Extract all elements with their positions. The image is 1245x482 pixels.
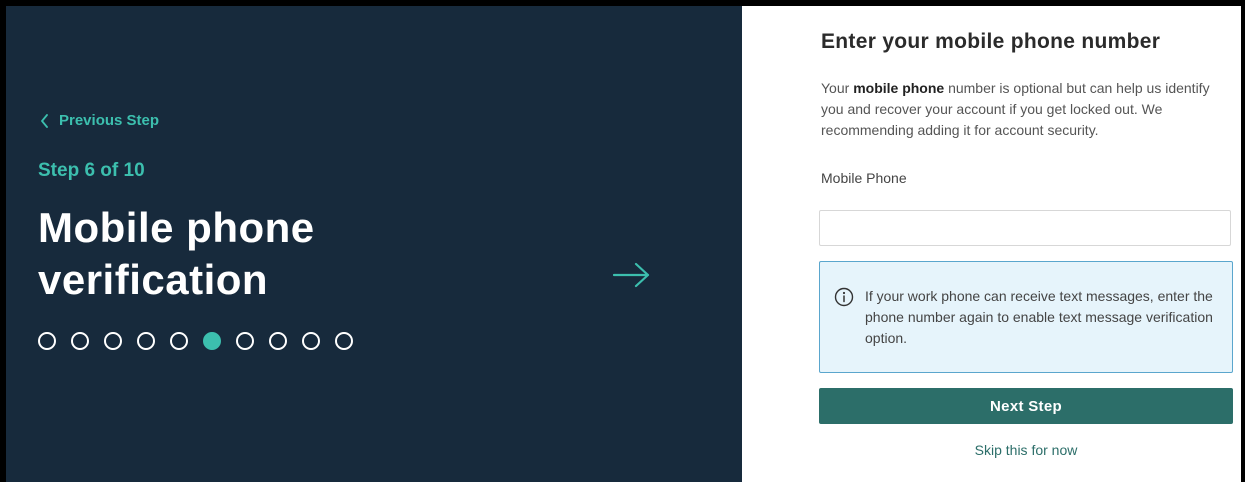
description-prefix: Your — [821, 80, 854, 96]
mobile-phone-label: Mobile Phone — [821, 170, 907, 186]
progress-dot — [302, 332, 320, 350]
progress-dot — [335, 332, 353, 350]
progress-dot-current — [203, 332, 221, 350]
left-panel: Previous Step Step 6 of 10 Mobile phone … — [6, 6, 742, 482]
previous-step-link[interactable]: Previous Step — [40, 112, 159, 129]
step-indicator: Step 6 of 10 — [38, 160, 145, 181]
app-frame: Previous Step Step 6 of 10 Mobile phone … — [6, 6, 1241, 482]
form-heading: Enter your mobile phone number — [821, 30, 1161, 53]
info-box: If your work phone can receive text mess… — [819, 261, 1233, 373]
skip-link[interactable]: Skip this for now — [819, 442, 1233, 458]
description-bold: mobile phone — [853, 80, 945, 96]
progress-dot — [269, 332, 287, 350]
progress-dot — [170, 332, 188, 350]
info-text: If your work phone can receive text mess… — [865, 288, 1213, 346]
progress-dot — [38, 332, 56, 350]
progress-dot — [104, 332, 122, 350]
page-title: Mobile phone verification — [38, 202, 315, 306]
form-description: Your mobile phone number is optional but… — [821, 78, 1233, 141]
progress-dot — [236, 332, 254, 350]
chevron-left-icon — [40, 113, 49, 128]
arrow-right-icon[interactable] — [612, 261, 652, 294]
progress-dot — [137, 332, 155, 350]
page-title-line-1: Mobile phone — [38, 204, 315, 251]
mobile-phone-input[interactable] — [819, 210, 1231, 246]
info-circle-icon — [834, 287, 854, 312]
progress-dot — [71, 332, 89, 350]
form-panel: Enter your mobile phone number Your mobi… — [742, 6, 1241, 482]
progress-dots — [38, 332, 353, 350]
page-title-line-2: verification — [38, 256, 269, 303]
previous-step-label: Previous Step — [59, 112, 160, 129]
next-step-button[interactable]: Next Step — [819, 388, 1233, 424]
